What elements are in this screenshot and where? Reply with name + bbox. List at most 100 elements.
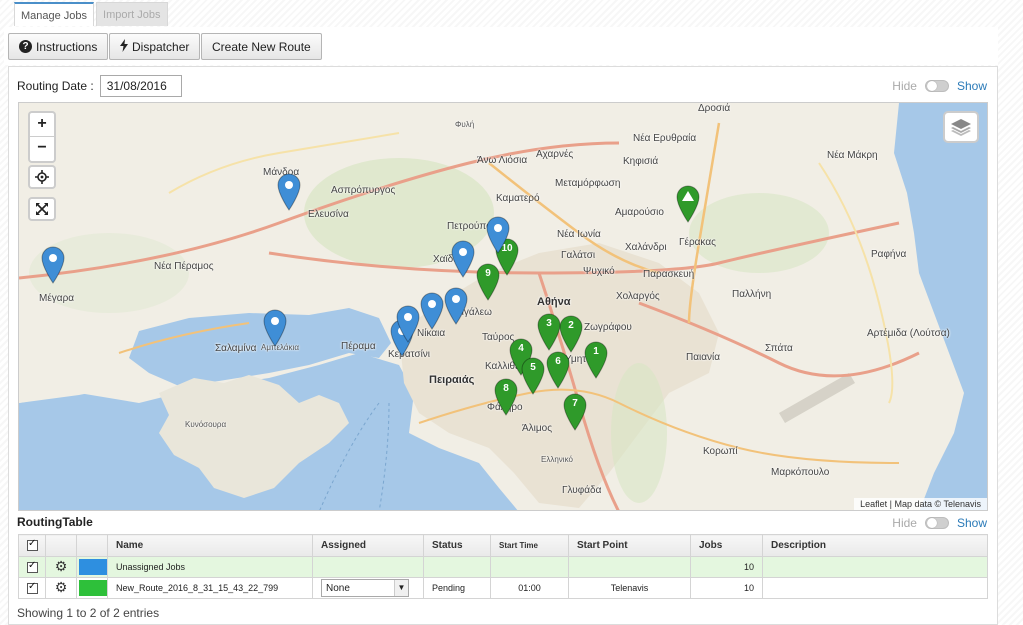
fullscreen-button[interactable] <box>28 197 56 221</box>
map-label-gerakas: Γέρακας <box>679 237 716 248</box>
route-stop-number: 1 <box>593 346 599 357</box>
map-toggle-switch[interactable] <box>924 80 949 92</box>
unassigned-job-marker[interactable] <box>444 287 468 325</box>
row-color-cell <box>76 577 108 599</box>
route-stop-marker[interactable]: 8 <box>494 378 518 416</box>
map-label-aspropyrgos: Ασπρόπυργος <box>331 185 396 196</box>
row-settings-cell[interactable]: ⚙ <box>45 556 77 578</box>
unassigned-job-marker[interactable] <box>263 309 287 347</box>
map-label-kynosoura: Κυνόσουρα <box>185 420 227 429</box>
pin-dot-icon <box>271 317 279 325</box>
locate-button[interactable] <box>28 165 56 189</box>
route-color-swatch[interactable] <box>79 580 107 596</box>
table-toggle-switch[interactable] <box>924 517 949 529</box>
select-all-checkbox[interactable] <box>27 538 38 551</box>
row-select-cell[interactable] <box>18 556 46 578</box>
route-color-swatch[interactable] <box>79 559 107 575</box>
map-label-amarousio: Αμαρούσιο <box>615 207 664 218</box>
map-visibility-toggle: Hide Show <box>892 79 987 93</box>
table-row[interactable]: ⚙ New_Route_2016_8_31_15_43_22_799 None … <box>18 577 988 599</box>
create-new-route-button[interactable]: Create New Route <box>201 33 322 60</box>
row-status <box>423 556 491 578</box>
routing-table-title: RoutingTable <box>17 515 93 529</box>
unassigned-job-marker[interactable] <box>277 173 301 211</box>
pin-dot-icon <box>428 300 436 308</box>
select-all-header[interactable] <box>18 534 46 557</box>
map-label-glyfada: Γλυφάδα <box>562 485 602 496</box>
route-stop-marker[interactable]: 7 <box>563 393 587 431</box>
column-header-assigned[interactable]: Assigned <box>312 534 424 557</box>
unassigned-job-marker[interactable] <box>41 246 65 284</box>
gear-icon[interactable]: ⚙ <box>55 559 68 575</box>
assigned-select[interactable]: None ▼ <box>321 579 409 597</box>
map-label-kifisia: Κηφισιά <box>623 156 659 167</box>
map-label-markopoulo: Μαρκόπουλο <box>771 467 830 478</box>
table-header-row: Name Assigned Status Start Time Start Po… <box>18 534 988 557</box>
column-header-name[interactable]: Name <box>107 534 313 557</box>
routing-panel: Routing Date : Hide Show <box>8 66 998 625</box>
unassigned-job-marker[interactable] <box>420 292 444 330</box>
assigned-select-value: None <box>326 582 350 594</box>
row-start-point <box>568 556 691 578</box>
zoom-out-button[interactable]: − <box>30 137 54 161</box>
dispatcher-button[interactable]: Dispatcher <box>109 33 201 60</box>
unassigned-job-marker[interactable] <box>451 240 475 278</box>
instructions-button[interactable]: ? Instructions <box>8 33 109 60</box>
tab-import-jobs[interactable]: Import Jobs <box>96 2 168 26</box>
unassigned-job-marker[interactable] <box>396 305 420 343</box>
route-stop-marker[interactable]: 3 <box>537 313 561 351</box>
row-assigned <box>312 556 424 578</box>
map-label-acharnes: Αχαρνές <box>536 149 574 160</box>
start-triangle-icon <box>682 191 694 201</box>
dispatcher-label: Dispatcher <box>132 39 190 54</box>
unassigned-job-marker[interactable] <box>486 216 510 254</box>
row-settings-cell[interactable]: ⚙ <box>45 577 77 599</box>
row-checkbox[interactable] <box>27 560 38 573</box>
row-select-cell[interactable] <box>18 577 46 599</box>
map-label-kamatero: Καματερό <box>496 193 540 204</box>
tab-manage-jobs[interactable]: Manage Jobs <box>14 2 95 26</box>
zoom-in-button[interactable]: + <box>30 113 54 137</box>
route-stop-marker[interactable]: 2 <box>559 315 583 353</box>
row-name: New_Route_2016_8_31_15_43_22_799 <box>107 577 313 599</box>
routing-table: Name Assigned Status Start Time Start Po… <box>18 534 988 599</box>
map-label-nea-peramos: Νέα Πέραμος <box>154 261 214 272</box>
route-stop-marker[interactable]: 6 <box>546 351 570 389</box>
row-jobs: 10 <box>690 577 763 599</box>
map-label-pallini: Παλλήνη <box>732 289 772 300</box>
map-label-nea-ionia: Νέα Ιωνία <box>557 229 601 240</box>
column-header-jobs[interactable]: Jobs <box>690 534 763 557</box>
route-stop-number: 8 <box>503 383 509 394</box>
map-hide-label[interactable]: Hide <box>892 79 917 93</box>
route-map[interactable]: Αθήνα Πειραιάς Σαλαμίνα Ελευσίνα Μέγαρα … <box>18 102 988 511</box>
leaflet-link[interactable]: Leaflet <box>860 499 887 509</box>
map-label-elliniko: Ελληνικό <box>541 455 573 464</box>
toolbar: ? Instructions Dispatcher Create New Rou… <box>4 27 998 65</box>
table-hide-label[interactable]: Hide <box>892 516 917 530</box>
column-header-start-time[interactable]: Start Time <box>490 534 569 557</box>
map-label-paraskevi: Παρασκευή <box>643 269 695 280</box>
layers-button[interactable] <box>943 111 979 143</box>
map-label-artemida: Αρτέμιδα (Λούτσα) <box>867 328 950 339</box>
pin-dot-icon <box>452 295 460 303</box>
instructions-label: Instructions <box>36 39 98 54</box>
chevron-down-icon[interactable]: ▼ <box>394 580 408 596</box>
map-label-psychiko: Ψυχικό <box>583 266 615 277</box>
routing-date-input[interactable] <box>99 75 182 97</box>
route-stop-marker[interactable]: 1 <box>584 341 608 379</box>
column-header-start-point[interactable]: Start Point <box>568 534 691 557</box>
column-header-status[interactable]: Status <box>423 534 491 557</box>
gear-icon[interactable]: ⚙ <box>55 580 68 596</box>
column-header-description[interactable]: Description <box>762 534 988 557</box>
route-start-marker[interactable] <box>676 185 700 223</box>
map-label-athina: Αθήνα <box>537 296 571 308</box>
route-stop-marker[interactable]: 5 <box>521 357 545 395</box>
row-description <box>762 577 988 599</box>
table-show-label[interactable]: Show <box>957 516 987 530</box>
row-name: Unassigned Jobs <box>107 556 313 578</box>
map-show-label[interactable]: Show <box>957 79 987 93</box>
map-label-drosia: Δροσιά <box>698 103 731 114</box>
routing-date-label: Routing Date : <box>17 79 94 93</box>
row-checkbox[interactable] <box>27 581 38 594</box>
table-row[interactable]: ⚙ Unassigned Jobs 10 <box>18 556 988 578</box>
